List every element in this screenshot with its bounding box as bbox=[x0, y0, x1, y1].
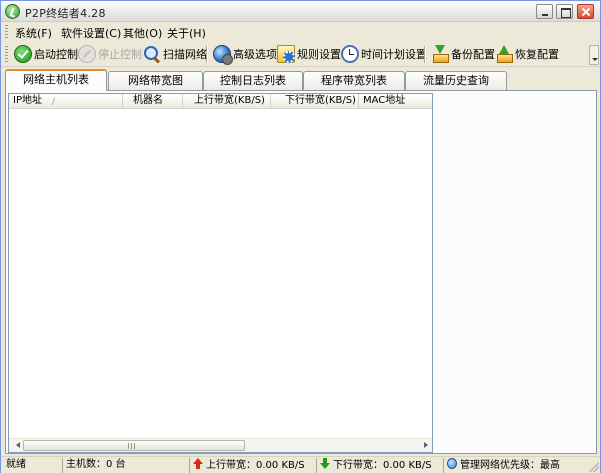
tab-host-list[interactable]: 网络主机列表 bbox=[5, 69, 107, 91]
network-manager-icon bbox=[447, 458, 457, 469]
column-machine-name[interactable]: 机器名 bbox=[123, 94, 183, 109]
advanced-options-label: 高级选项 bbox=[233, 48, 277, 61]
rule-settings-button[interactable]: 规则设置 bbox=[277, 44, 341, 64]
scan-network-label: 扫描网络 bbox=[163, 48, 207, 61]
status-priority-text: 管理网络优先级：最高 bbox=[460, 460, 560, 471]
globe-gear-icon bbox=[213, 45, 233, 65]
sort-indicator-icon: / bbox=[52, 97, 56, 107]
maximize-button[interactable] bbox=[556, 4, 573, 19]
backup-arrow-icon bbox=[431, 45, 449, 63]
scroll-right-icon[interactable] bbox=[418, 439, 432, 452]
status-upload: 上行带宽：0.00 KB/S bbox=[189, 458, 315, 473]
tab-control-log[interactable]: 控制日志列表 bbox=[203, 71, 303, 90]
rule-settings-label: 规则设置 bbox=[297, 48, 341, 61]
title-bar[interactable]: P2P终结者4.28 bbox=[1, 1, 600, 22]
status-bar: 就绪 主机数：0 台 上行带宽：0.00 KB/S 下行带宽：0.00 KB/S… bbox=[1, 456, 600, 473]
scroll-left-icon[interactable] bbox=[9, 439, 23, 452]
upload-arrow-icon bbox=[193, 458, 203, 469]
tab-panel: IP地址 / 机器名 上行带宽(KB/S) 下行带宽(KB/S) MAC地址 bbox=[5, 90, 597, 454]
status-download: 下行带宽：0.00 KB/S bbox=[316, 458, 442, 473]
status-priority: 管理网络优先级：最高 bbox=[443, 458, 589, 473]
toolbar-separator bbox=[424, 46, 426, 63]
column-download[interactable]: 下行带宽(KB/S) bbox=[271, 94, 359, 109]
stop-icon bbox=[78, 45, 96, 63]
status-upload-text: 上行带宽：0.00 KB/S bbox=[206, 460, 305, 471]
app-logo-icon bbox=[5, 4, 20, 19]
column-mac[interactable]: MAC地址 bbox=[359, 94, 432, 109]
window-title: P2P终结者4.28 bbox=[25, 7, 106, 20]
column-upload[interactable]: 上行带宽(KB/S) bbox=[183, 94, 271, 109]
status-host-count: 主机数：0 台 bbox=[62, 458, 187, 473]
minimize-button[interactable] bbox=[536, 4, 553, 19]
status-download-text: 下行带宽：0.00 KB/S bbox=[333, 460, 432, 471]
magnifier-icon bbox=[143, 45, 161, 63]
start-control-button[interactable]: 启动控制 bbox=[14, 44, 78, 64]
stop-control-label: 停止控制 bbox=[98, 48, 142, 61]
tab-strip: 网络主机列表 网络带宽图 控制日志列表 程序带宽列表 流量历史查询 bbox=[5, 69, 597, 91]
menu-other[interactable]: 其他(O) bbox=[123, 25, 162, 41]
restore-arrow-icon bbox=[495, 45, 513, 63]
host-list-body[interactable] bbox=[9, 110, 432, 439]
toolbar-grip-icon[interactable] bbox=[5, 46, 8, 63]
restore-config-button[interactable]: 恢复配置 bbox=[495, 44, 559, 64]
start-check-icon bbox=[14, 45, 32, 63]
stop-control-button[interactable]: 停止控制 bbox=[78, 44, 142, 64]
clock-icon bbox=[341, 45, 359, 63]
close-button[interactable] bbox=[577, 4, 594, 19]
menu-about[interactable]: 关于(H) bbox=[167, 25, 206, 41]
backup-config-button[interactable]: 备份配置 bbox=[431, 44, 495, 64]
start-control-label: 启动控制 bbox=[34, 48, 78, 61]
rule-settings-icon bbox=[277, 45, 295, 63]
menu-system[interactable]: 系统(F) bbox=[15, 25, 52, 41]
schedule-settings-label: 时间计划设置 bbox=[361, 48, 427, 61]
tab-traffic-history[interactable]: 流量历史查询 bbox=[405, 71, 507, 90]
resize-grip-icon[interactable] bbox=[589, 462, 599, 472]
tab-program-bandwidth[interactable]: 程序带宽列表 bbox=[303, 71, 405, 90]
scrollbar-grip-icon bbox=[128, 443, 136, 449]
scan-network-button[interactable]: 扫描网络 bbox=[143, 44, 207, 64]
column-ip[interactable]: IP地址 / bbox=[9, 94, 123, 109]
toolbar: 启动控制 停止控制 扫描网络 高级选项 规则设置 时间计划设置 备份配置 恢复配… bbox=[1, 41, 600, 67]
advanced-options-button[interactable]: 高级选项 bbox=[213, 44, 277, 65]
status-ready: 就绪 bbox=[6, 459, 26, 470]
menu-bar: 系统(F) 软件设置(C) 其他(O) 关于(H) bbox=[1, 22, 600, 41]
toolbar-separator bbox=[206, 46, 208, 63]
tab-bandwidth-chart[interactable]: 网络带宽图 bbox=[108, 71, 203, 90]
list-header: IP地址 / 机器名 上行带宽(KB/S) 下行带宽(KB/S) MAC地址 bbox=[9, 94, 432, 109]
host-list-view[interactable]: IP地址 / 机器名 上行带宽(KB/S) 下行带宽(KB/S) MAC地址 bbox=[8, 93, 433, 453]
restore-config-label: 恢复配置 bbox=[515, 48, 559, 61]
toolbar-overflow-button[interactable] bbox=[589, 45, 599, 65]
menu-software-settings[interactable]: 软件设置(C) bbox=[61, 25, 121, 41]
download-arrow-icon bbox=[320, 458, 330, 469]
backup-config-label: 备份配置 bbox=[451, 48, 495, 61]
app-window: P2P终结者4.28 系统(F) 软件设置(C) 其他(O) 关于(H) 启动控… bbox=[0, 0, 601, 473]
scrollbar-thumb[interactable] bbox=[23, 440, 245, 451]
menu-grip-icon[interactable] bbox=[5, 25, 8, 38]
column-ip-label: IP地址 bbox=[13, 95, 42, 106]
horizontal-scrollbar[interactable] bbox=[9, 438, 432, 452]
schedule-settings-button[interactable]: 时间计划设置 bbox=[341, 44, 427, 64]
